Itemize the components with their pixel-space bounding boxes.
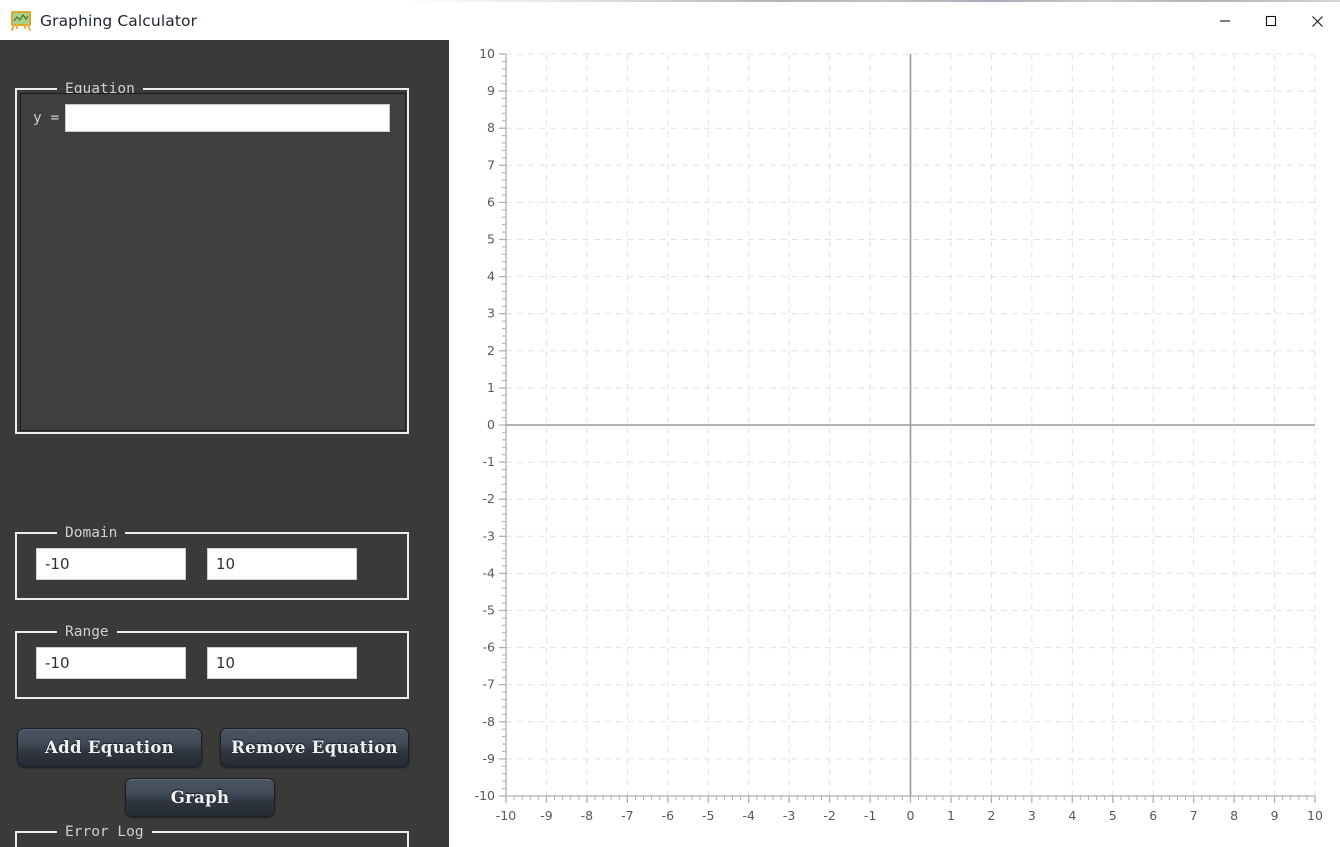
domain-groupbox: Domain: [15, 524, 409, 600]
window-controls: [1202, 2, 1340, 40]
svg-text:5: 5: [1109, 808, 1117, 823]
svg-text:-5: -5: [483, 603, 495, 618]
svg-text:-6: -6: [662, 808, 675, 823]
graph-svg: -10 -9 -8 -7 -6 -5 -4 -3 -2 -1 0 1 2 3 4 5 6 7 8 9 101098765…: [475, 46, 1323, 823]
domain-min-input[interactable]: [36, 548, 186, 580]
svg-text:2: 2: [987, 808, 995, 823]
svg-text:-5: -5: [702, 808, 714, 823]
remove-equation-button[interactable]: Remove Equation: [220, 728, 409, 767]
svg-text:9: 9: [1271, 808, 1279, 823]
svg-text:8: 8: [1230, 808, 1238, 823]
close-button[interactable]: [1294, 2, 1340, 40]
svg-text:8: 8: [487, 120, 495, 135]
equation-input[interactable]: [65, 104, 391, 132]
svg-text:1: 1: [947, 808, 955, 823]
graph-canvas[interactable]: -10 -9 -8 -7 -6 -5 -4 -3 -2 -1 0 1 2 3 4 5 6 7 8 9 10 10 9 8 7 6 5…: [449, 40, 1340, 847]
equation-list-panel[interactable]: y =: [20, 93, 406, 431]
svg-text:3: 3: [1028, 808, 1036, 823]
minimize-button[interactable]: [1202, 2, 1248, 40]
add-equation-button[interactable]: Add Equation: [17, 728, 202, 767]
svg-text:10: 10: [479, 46, 495, 61]
range-min-input[interactable]: [36, 647, 186, 679]
svg-text:-3: -3: [483, 528, 495, 543]
svg-text:0: 0: [487, 417, 495, 432]
svg-text:5: 5: [487, 232, 495, 247]
range-group-title: Range: [57, 623, 117, 641]
svg-text:-10: -10: [496, 808, 516, 823]
error-log-groupbox: Error Log No Errors: [15, 823, 409, 847]
svg-text:7: 7: [1190, 808, 1198, 823]
range-max-input[interactable]: [207, 647, 357, 679]
svg-text:3: 3: [487, 306, 495, 321]
svg-text:2: 2: [487, 343, 495, 358]
svg-text:4: 4: [1068, 808, 1076, 823]
svg-text:6: 6: [1149, 808, 1157, 823]
svg-text:-2: -2: [483, 491, 495, 506]
svg-text:-1: -1: [483, 454, 495, 469]
error-log-group-title: Error Log: [57, 823, 152, 841]
svg-text:-9: -9: [540, 808, 553, 823]
domain-group-title: Domain: [57, 524, 126, 542]
svg-text:1: 1: [487, 380, 495, 395]
svg-text:-4: -4: [483, 565, 496, 580]
svg-text:-7: -7: [621, 808, 633, 823]
svg-text:4: 4: [487, 269, 495, 284]
svg-text:-4: -4: [742, 808, 755, 823]
window-titlebar: Graphing Calculator: [0, 2, 1340, 40]
window-title: Graphing Calculator: [40, 12, 198, 30]
chalkboard-graph-icon: [10, 11, 32, 31]
equation-row-label: y =: [33, 110, 60, 126]
svg-text:0: 0: [907, 808, 915, 823]
svg-text:-6: -6: [483, 640, 496, 655]
maximize-button[interactable]: [1248, 2, 1294, 40]
svg-text:-7: -7: [483, 677, 495, 692]
svg-text:-3: -3: [783, 808, 795, 823]
svg-text:-8: -8: [483, 714, 496, 729]
graphing-calculator-window: Graphing Calculator Equation y = Domain …: [0, 0, 1340, 847]
control-sidebar: Equation y = Domain Range: [0, 40, 449, 847]
svg-text:-9: -9: [483, 751, 496, 766]
equation-row: y =: [21, 94, 405, 132]
svg-text:-1: -1: [864, 808, 876, 823]
svg-text:-10: -10: [475, 788, 495, 803]
range-groupbox: Range: [15, 623, 409, 699]
svg-text:-8: -8: [581, 808, 594, 823]
svg-text:6: 6: [487, 194, 495, 209]
svg-text:7: 7: [487, 157, 495, 172]
svg-text:-2: -2: [823, 808, 835, 823]
domain-max-input[interactable]: [207, 548, 357, 580]
graph-button[interactable]: Graph: [125, 778, 275, 817]
equation-groupbox: Equation y =: [15, 80, 409, 434]
svg-text:10: 10: [1307, 808, 1323, 823]
svg-text:9: 9: [487, 83, 495, 98]
